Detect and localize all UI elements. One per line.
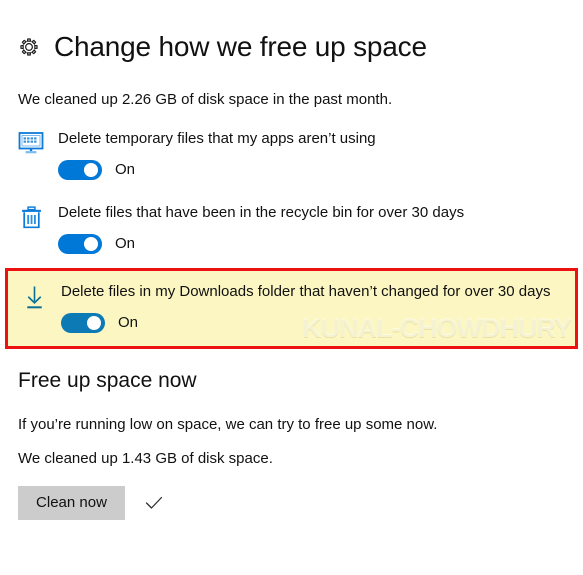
checkmark-icon (143, 492, 165, 514)
recycle-bin-icon (14, 202, 48, 230)
setting-label: Delete files that have been in the recyc… (58, 204, 465, 221)
setting-label: Delete temporary files that my apps aren… (58, 130, 376, 147)
gear-icon (16, 34, 42, 60)
toggle-row: On (58, 160, 571, 180)
clean-now-button[interactable]: Clean now (18, 486, 125, 520)
page-header: Change how we free up space (0, 0, 583, 68)
free-up-result: We cleaned up 1.43 GB of disk space. (18, 450, 273, 467)
toggle-state-label: On (115, 235, 136, 252)
free-up-description: If you’re running low on space, we can t… (18, 416, 438, 433)
toggle-knob (84, 163, 98, 177)
monitor-icon (14, 128, 48, 155)
setting-row-recycle-bin: Delete files that have been in the recyc… (0, 202, 583, 254)
toggle-state-label: On (118, 314, 139, 331)
setting-body: Delete files that have been in the recyc… (48, 202, 583, 254)
download-icon (17, 281, 51, 311)
setting-row-downloads: Delete files in my Downloads folder that… (8, 281, 575, 333)
toggle-knob (87, 316, 101, 330)
toggle-knob (84, 237, 98, 251)
setting-label: Delete files in my Downloads folder that… (61, 283, 551, 300)
page-title: Change how we free up space (54, 31, 427, 62)
setting-body: Delete files in my Downloads folder that… (51, 281, 575, 333)
setting-body: Delete temporary files that my apps aren… (48, 128, 583, 180)
action-row: Clean now (0, 486, 583, 520)
toggle-recycle-bin[interactable] (58, 234, 102, 254)
toggle-downloads[interactable] (61, 313, 105, 333)
toggle-row: On (61, 313, 563, 333)
toggle-state-label: On (115, 161, 136, 178)
section-heading-free-up-space: Free up space now (18, 369, 197, 392)
toggle-temp-files[interactable] (58, 160, 102, 180)
highlight-callout-downloads: Delete files in my Downloads folder that… (5, 268, 578, 349)
toggle-row: On (58, 234, 571, 254)
setting-row-temp-files: Delete temporary files that my apps aren… (0, 128, 583, 180)
cleanup-summary-text: We cleaned up 2.26 GB of disk space in t… (18, 91, 393, 108)
